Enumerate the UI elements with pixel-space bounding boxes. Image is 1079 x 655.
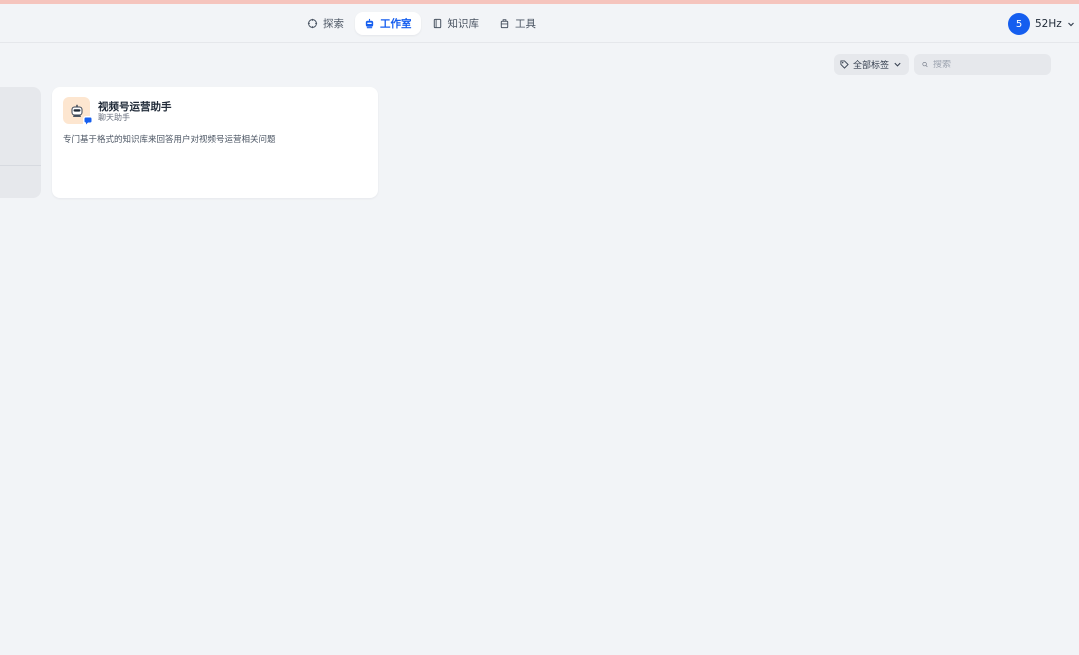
nav-explore[interactable]: 探索	[298, 12, 353, 35]
app-card[interactable]: 视频号运营助手 聊天助手 专门基于格式的知识库来回答用户对视频号运营相关问题	[52, 87, 378, 198]
nav-knowledge[interactable]: 知识库	[423, 12, 489, 35]
user-name: 52Hz	[1035, 18, 1062, 30]
briefcase-icon	[500, 19, 509, 29]
search-input[interactable]	[933, 59, 1043, 70]
card-divider	[0, 165, 41, 166]
chat-bubble-icon	[84, 117, 92, 125]
avatar: 5	[1008, 13, 1030, 35]
create-app-card[interactable]	[0, 87, 41, 198]
search-icon	[922, 61, 928, 68]
tag-filter-dropdown[interactable]: 全部标签	[834, 54, 909, 75]
tag-filter-label: 全部标签	[853, 61, 890, 71]
chevron-down-icon	[894, 62, 901, 67]
app-type-label: 聊天助手	[98, 113, 130, 122]
robot-icon	[365, 18, 374, 29]
chat-mode-badge	[83, 116, 93, 126]
search-box[interactable]	[914, 54, 1051, 75]
nav-studio[interactable]: 工作室	[355, 12, 421, 35]
tag-icon	[840, 60, 849, 69]
nav-explore-label: 探索	[323, 18, 344, 30]
book-icon	[433, 18, 441, 29]
nav-studio-label: 工作室	[380, 18, 412, 30]
app-description: 专门基于格式的知识库来回答用户对视频号运营相关问题	[63, 135, 276, 145]
top-header: 探索 工作室 知识库 工具 5 52Hz	[0, 4, 1079, 43]
compass-icon	[307, 18, 318, 29]
robot-icon	[71, 104, 82, 117]
nav-tools-label: 工具	[515, 18, 536, 30]
nav-tools[interactable]: 工具	[490, 12, 545, 35]
user-menu[interactable]: 5 52Hz	[1008, 13, 1075, 35]
nav-knowledge-label: 知识库	[447, 18, 480, 30]
main-nav: 探索 工作室 知识库 工具	[298, 12, 545, 35]
chevron-down-icon	[1067, 22, 1074, 27]
